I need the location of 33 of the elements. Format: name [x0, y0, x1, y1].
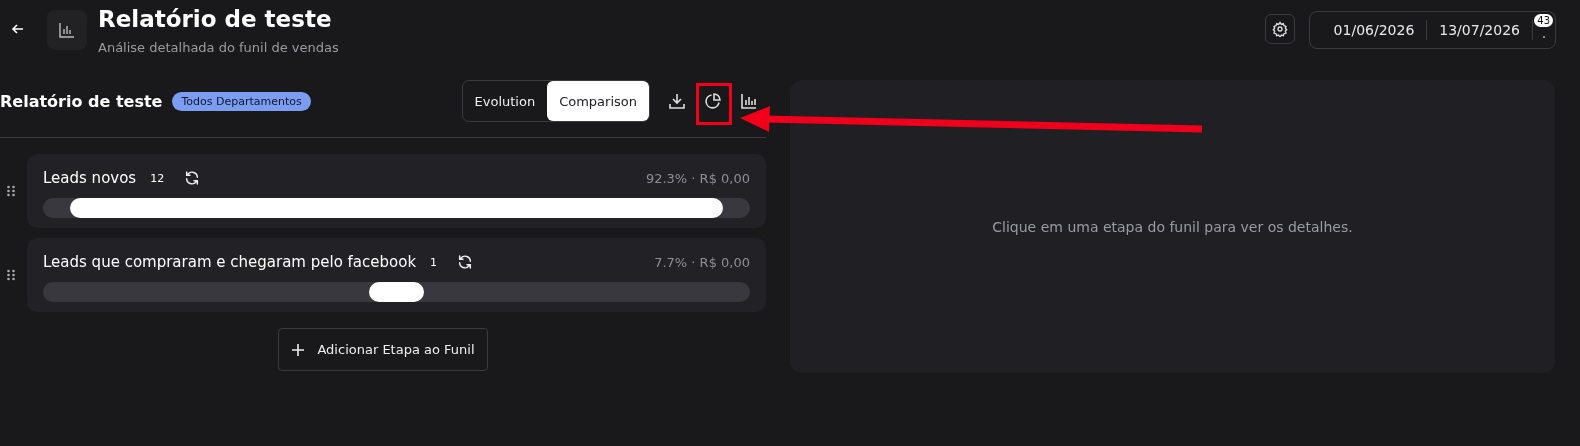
pie-chart-icon[interactable]: [704, 92, 722, 110]
start-date: 01/06/2026: [1332, 22, 1416, 38]
stage-bar-fill: [369, 282, 424, 302]
stage-count: 1: [430, 255, 438, 269]
stage-count: 12: [150, 171, 165, 185]
stage-name: Leads que compraram e chegaram pelo facebook: [43, 253, 417, 271]
plus-icon: [291, 342, 306, 357]
notification-badge: 43: [1534, 14, 1553, 27]
funnel-stage-card[interactable]: Leads que compraram e chegaram pelo facebook 1 7.7% · R$ 0,00: [27, 238, 766, 312]
funnel-title: Relatório de teste: [0, 91, 163, 111]
department-tag: Todos Departamentos: [172, 91, 311, 111]
view-tab[interactable]: Comparison: [547, 81, 649, 121]
page-title: Relatório de teste: [98, 5, 333, 34]
gear-icon: [1271, 21, 1288, 37]
end-date: 13/07/2026: [1438, 22, 1521, 38]
refresh-icon[interactable]: [457, 254, 474, 270]
page-subtitle: Análise detalhada do funil de vendas: [98, 40, 339, 55]
bar-chart-icon[interactable]: [740, 92, 758, 110]
drag-handle-icon[interactable]: [6, 185, 16, 197]
add-stage-button[interactable]: Adicionar Etapa ao Funil: [278, 328, 488, 371]
stage-stats: 7.7% · R$ 0,00: [654, 254, 750, 270]
bar-chart-icon: [59, 22, 75, 38]
empty-state-message: Clique em uma etapa do funil para ver os detalhes.: [992, 218, 1353, 235]
download-icon[interactable]: [668, 92, 686, 110]
funnel-stage-card[interactable]: Leads novos 12 92.3% · R$ 0,00: [27, 154, 766, 228]
stage-name: Leads novos: [43, 169, 137, 187]
view-tab[interactable]: Evolution: [462, 81, 548, 121]
stage-stats: 92.3% · R$ 0,00: [645, 170, 750, 186]
date-range-field[interactable]: 01/06/2026 13/07/2026 43: [1308, 11, 1556, 49]
settings-button[interactable]: [1264, 14, 1295, 44]
highlight-box: [696, 83, 732, 125]
refresh-icon[interactable]: [184, 170, 201, 186]
drag-handle-icon[interactable]: [6, 269, 16, 281]
